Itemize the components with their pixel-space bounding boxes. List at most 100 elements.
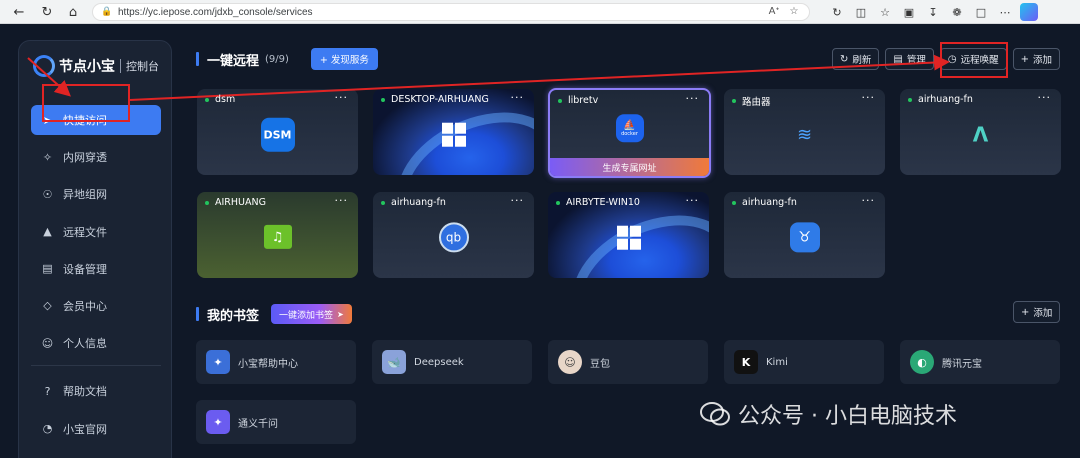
- device-card[interactable]: libretv ··· ⛵ docker 生成专属网址: [548, 88, 711, 178]
- watermark-text: 公众号 · 小白电脑技术: [738, 404, 957, 429]
- section-accent: [196, 52, 199, 66]
- quick-add-bookmark-button[interactable]: 一键添加书签 ➤: [271, 304, 352, 324]
- favorites-icon[interactable]: ☆: [876, 3, 894, 21]
- more-options-icon[interactable]: ···: [335, 91, 349, 104]
- add-bookmark-button[interactable]: + 添加: [1013, 301, 1061, 323]
- add-label: 添加: [1033, 55, 1053, 66]
- manage-icon: ▤: [893, 53, 903, 65]
- brand-name: 节点小宝: [59, 59, 115, 75]
- read-aloud-icon[interactable]: Aᐩ: [765, 6, 783, 17]
- upload-folder-icon: ▲: [43, 225, 52, 239]
- sidebar-item-label: 设备管理: [63, 262, 107, 276]
- screenshot-icon[interactable]: □: [972, 3, 990, 21]
- more-options-icon[interactable]: ···: [862, 194, 876, 207]
- windows-icon: [612, 221, 646, 255]
- more-options-icon[interactable]: ···: [511, 91, 525, 104]
- more-options-icon[interactable]: ···: [335, 194, 349, 207]
- reload-icon[interactable]: ↻: [36, 1, 58, 23]
- device-name-row: DESKTOP-AIRHUANG: [381, 94, 489, 105]
- windows-icon: [437, 118, 471, 152]
- qb-icon-text: qb: [445, 230, 462, 245]
- bookmarks-header: 我的书签 一键添加书签 ➤: [196, 304, 352, 324]
- home-icon[interactable]: ⌂: [62, 1, 84, 23]
- sidebar-item-remote-network[interactable]: ☉ 异地组网: [31, 179, 161, 209]
- more-options-icon[interactable]: ···: [511, 194, 525, 207]
- sidebar-nav: ➤ 快捷访问 ✧ 内网穿透 ☉ 异地组网 ▲ 远程文件 ▤ 设备管理 ◇ 会员中…: [31, 105, 161, 451]
- online-dot: [556, 200, 560, 205]
- qwen-icon: ✦: [206, 410, 230, 434]
- website-icon: ◔: [42, 422, 53, 435]
- device-card[interactable]: AIRHUANG ··· ♫: [197, 192, 358, 278]
- pointer-icon: ➤: [337, 309, 344, 319]
- device-card[interactable]: AIRBYTE-WIN10 ···: [548, 192, 709, 278]
- sidebar-item-help[interactable]: ? 帮助文档: [31, 376, 161, 406]
- sidebar-item-intranet[interactable]: ✧ 内网穿透: [31, 142, 161, 172]
- device-card[interactable]: 路由器 ··· ≋: [724, 89, 885, 175]
- device-card[interactable]: airhuang-fn ··· qb: [373, 192, 534, 278]
- plus-icon: +: [1021, 306, 1030, 318]
- download-icon[interactable]: ↧: [924, 3, 942, 21]
- remote-title: 一键远程: [207, 53, 260, 69]
- more-options-icon[interactable]: ···: [686, 194, 700, 207]
- bookmark-item[interactable]: ◐ 腾讯元宝: [900, 340, 1060, 384]
- refresh-icon: ↻: [840, 53, 849, 65]
- copilot-icon[interactable]: [1020, 3, 1038, 21]
- annotation-box-remote-wake: [940, 42, 1008, 78]
- collections-icon[interactable]: ▣: [900, 3, 918, 21]
- doubao-icon: ☺: [558, 350, 582, 374]
- device-name-row: libretv: [558, 95, 598, 106]
- device-name: dsm: [215, 94, 236, 105]
- more-options-icon[interactable]: ···: [1038, 91, 1052, 104]
- sidebar-item-website[interactable]: ◔ 小宝官网: [31, 414, 161, 444]
- brand[interactable]: 节点小宝 控制台: [33, 55, 159, 77]
- bookmark-label: 通义千问: [238, 418, 278, 430]
- kimi-icon: K: [734, 350, 758, 374]
- url-text: https://yc.iepose.com/jdxb_console/servi…: [118, 6, 313, 18]
- device-card[interactable]: dsm ··· DSM: [197, 89, 358, 175]
- add-device-button[interactable]: + 添加: [1012, 48, 1061, 70]
- bookmark-item[interactable]: ✦ 小宝帮助中心: [196, 340, 356, 384]
- sidebar-item-remote-files[interactable]: ▲ 远程文件: [31, 217, 161, 247]
- sidebar-item-devices[interactable]: ▤ 设备管理: [31, 254, 161, 284]
- online-dot: [205, 97, 209, 102]
- device-card[interactable]: airhuang-fn ··· ♉: [724, 192, 885, 278]
- refresh-extension-icon[interactable]: ↻: [828, 3, 846, 21]
- brand-divider: [120, 59, 121, 73]
- more-options-icon[interactable]: ···: [862, 91, 876, 104]
- music-icon: ♫: [263, 224, 292, 249]
- bookmark-item[interactable]: 🐋 Deepseek: [372, 340, 532, 384]
- more-icon[interactable]: ⋯: [996, 3, 1014, 21]
- user-icon: ☺: [41, 336, 54, 350]
- favorite-star-icon[interactable]: ☆: [785, 6, 803, 17]
- device-name-row: dsm: [205, 94, 235, 105]
- sidebar-item-label: 个人信息: [63, 337, 107, 351]
- device-card[interactable]: DESKTOP-AIRHUANG ···: [373, 89, 534, 175]
- device-name: libretv: [568, 95, 599, 106]
- lock-icon: 🔒: [101, 6, 113, 17]
- manage-button[interactable]: ▤ 管理: [885, 48, 934, 70]
- docker-icon: ⛵ docker: [615, 114, 644, 143]
- refresh-button[interactable]: ↻ 刷新: [832, 48, 880, 70]
- generate-url-button[interactable]: 生成专属网址: [550, 158, 709, 176]
- deepseek-icon: 🐋: [382, 350, 406, 374]
- remote-header: 一键远程 (9/9) + 发现服务: [196, 48, 378, 70]
- device-name-row: 路由器: [732, 94, 771, 108]
- bookmarks-title: 我的书签: [207, 308, 260, 324]
- diamond-icon: ◇: [43, 299, 52, 313]
- split-screen-icon[interactable]: ◫: [852, 3, 870, 21]
- sidebar-item-label: 帮助文档: [63, 385, 107, 399]
- device-name: DESKTOP-AIRHUANG: [391, 94, 489, 105]
- sidebar-item-membership[interactable]: ◇ 会员中心: [31, 291, 161, 321]
- bookmark-item[interactable]: ☺ 豆包: [548, 340, 708, 384]
- back-icon[interactable]: ←: [8, 1, 30, 23]
- address-bar[interactable]: 🔒 https://yc.iepose.com/jdxb_console/ser…: [92, 3, 810, 21]
- sidebar-item-profile[interactable]: ☺ 个人信息: [31, 328, 161, 358]
- extension-icon[interactable]: ❁: [948, 3, 966, 21]
- router-icon: ≋: [796, 124, 813, 146]
- device-name-row: AIRHUANG: [205, 197, 266, 208]
- bookmark-item[interactable]: ✦ 通义千问: [196, 400, 356, 444]
- bookmark-item[interactable]: K Kimi: [724, 340, 884, 384]
- discover-service-button[interactable]: + 发现服务: [310, 48, 378, 70]
- device-card[interactable]: airhuang-fn ··· Λ: [900, 89, 1061, 175]
- more-options-icon[interactable]: ···: [686, 92, 700, 105]
